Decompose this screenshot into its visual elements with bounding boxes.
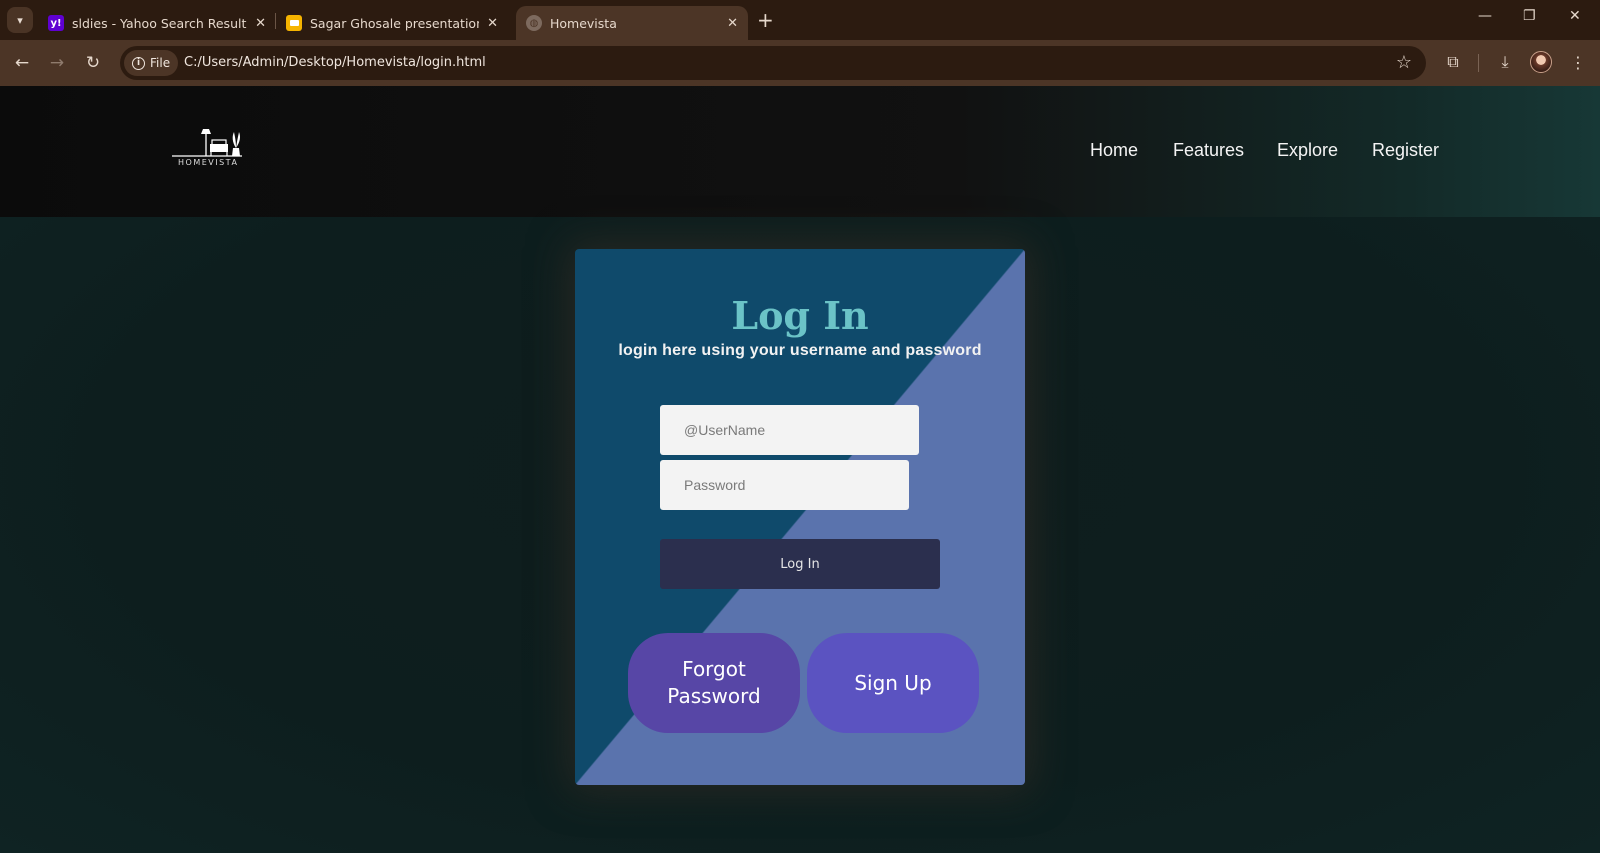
tab-strip: ▾ y! sldies - Yahoo Search Results ✕ Sag… <box>0 0 1600 40</box>
slides-icon <box>286 15 302 31</box>
forgot-password-label: Forgot Password <box>667 656 760 710</box>
new-tab-button[interactable]: + <box>757 8 774 32</box>
forward-icon[interactable]: → <box>45 51 69 75</box>
forgot-password-button[interactable]: Forgot Password <box>628 633 800 733</box>
toolbar-divider <box>1478 54 1479 72</box>
menu-icon[interactable]: ⋮ <box>1566 50 1590 74</box>
window-close-icon[interactable]: ✕ <box>1569 8 1581 24</box>
nav-home[interactable]: Home <box>1090 140 1138 161</box>
tab-yahoo[interactable]: y! sldies - Yahoo Search Results ✕ <box>38 6 276 40</box>
site-header: HOMEVISTA Home Features Explore Register <box>0 86 1600 217</box>
yahoo-icon: y! <box>48 15 64 31</box>
tab-title: sldies - Yahoo Search Results <box>72 15 248 31</box>
restore-icon[interactable]: ❐ <box>1523 8 1536 24</box>
tab-title: Homevista <box>550 15 617 31</box>
forgot-line-2: Password <box>667 684 761 708</box>
login-card: Log In login here using your username an… <box>575 249 1025 785</box>
back-icon[interactable]: ← <box>10 51 34 75</box>
sign-up-button[interactable]: Sign Up <box>807 633 979 733</box>
site-info-chip[interactable]: i File <box>124 50 179 76</box>
tab-slides[interactable]: Sagar Ghosale presentation - G ✕ <box>276 6 508 40</box>
tab-homevista[interactable]: ◍ Homevista ✕ <box>516 6 748 40</box>
tab-title: Sagar Ghosale presentation - G <box>310 15 480 31</box>
close-icon[interactable]: ✕ <box>255 16 266 31</box>
login-title: Log In <box>731 293 869 338</box>
globe-icon: ◍ <box>526 15 542 31</box>
nav-register[interactable]: Register <box>1372 140 1439 161</box>
bookmark-star-icon[interactable]: ☆ <box>1396 52 1412 73</box>
homevista-logo-icon <box>172 129 242 157</box>
nav-explore[interactable]: Explore <box>1277 140 1338 161</box>
password-input[interactable] <box>660 460 909 510</box>
info-icon: i <box>132 56 145 70</box>
forgot-line-1: Forgot <box>682 657 746 681</box>
tab-search-button[interactable]: ▾ <box>7 7 33 33</box>
login-subtitle: login here using your username and passw… <box>618 342 982 359</box>
reload-icon[interactable]: ↻ <box>81 51 105 75</box>
close-icon[interactable]: ✕ <box>487 16 498 31</box>
nav-features[interactable]: Features <box>1173 140 1244 161</box>
url-text[interactable]: C:/Users/Admin/Desktop/Homevista/login.h… <box>184 55 486 70</box>
close-icon[interactable]: ✕ <box>727 16 738 31</box>
username-input[interactable] <box>660 405 919 455</box>
browser-toolbar: ← → ↻ i File C:/Users/Admin/Desktop/Home… <box>0 40 1600 86</box>
download-icon[interactable]: ⤓ <box>1493 50 1517 74</box>
extensions-icon[interactable]: ⧉ <box>1441 50 1465 74</box>
login-button[interactable]: Log In <box>660 539 940 589</box>
address-bar[interactable]: i File C:/Users/Admin/Desktop/Homevista/… <box>120 46 1426 80</box>
profile-avatar[interactable] <box>1530 51 1552 73</box>
minimize-icon[interactable]: — <box>1478 8 1492 24</box>
file-label: File <box>150 56 171 70</box>
page-viewport: HOMEVISTA Home Features Explore Register… <box>0 86 1600 853</box>
logo-text: HOMEVISTA <box>178 158 239 167</box>
